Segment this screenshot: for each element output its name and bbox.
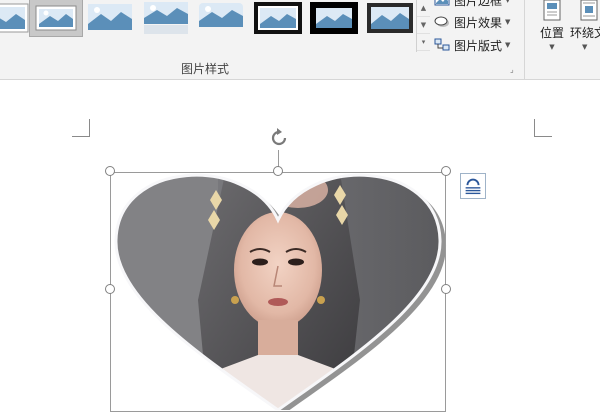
layout-options-button[interactable] [460,173,486,199]
picture-styles-gallery [0,0,416,50]
position-label: 位置 [539,26,564,40]
rotate-handle-icon[interactable] [267,126,291,150]
resize-handle-top-left[interactable] [105,166,115,176]
resize-handle-left[interactable] [105,284,115,294]
gallery-more-button[interactable]: ▾ [417,34,430,51]
watermark-brand: Baidu [450,342,508,363]
margin-corner-marker-right [534,119,552,137]
picture-style-thumb-0[interactable] [0,0,30,36]
picture-border-icon [434,0,450,7]
picture-layout-button[interactable]: 图片版式 ▼ [434,35,510,55]
position-icon [541,0,563,22]
picture-border-dropdown-icon: ▼ [505,0,511,4]
picture-style-thumb-3[interactable] [140,0,192,36]
wrap-text-icon [578,0,600,22]
position-dropdown-icon: ▼ [549,43,555,51]
ribbon: ▲ ▼ ▾ 图片边框 ▼ 图片效果 ▼ 图片版式 ▼ 图片样式 ⌟ 位置 ▼ 环… [0,0,600,80]
picture-layout-dropdown-icon: ▼ [505,41,511,49]
dialog-launcher-icon[interactable]: ⌟ [510,65,514,74]
picture-style-thumb-5[interactable] [252,0,304,36]
wrap-text-button[interactable]: 环绕文 ▼ [570,0,600,56]
picture-style-thumb-2[interactable] [84,0,136,36]
resize-handle-right[interactable] [441,284,451,294]
picture-layout-icon [434,38,450,52]
picture-effects-button[interactable]: 图片效果 ▼ [434,12,510,32]
picture-border-label: 图片边框 [454,0,503,8]
picture-layout-label: 图片版式 [454,38,503,53]
position-button[interactable]: 位置 ▼ [532,0,572,56]
selection-frame [110,172,446,412]
gallery-scroll-down-button[interactable]: ▼ [417,17,430,34]
picture-effects-icon [434,15,450,29]
baidu-watermark: Baidu 经验 jingyan.baidu.com [450,330,590,390]
picture-styles-group-label: 图片样式 [180,62,229,76]
picture-effects-dropdown-icon: ▼ [505,18,511,26]
resize-handle-top[interactable] [273,166,283,176]
picture-style-thumb-7[interactable] [364,0,416,36]
picture-border-button[interactable]: 图片边框 ▼ [434,0,510,10]
picture-style-thumb-6[interactable] [308,0,360,36]
gallery-scroll: ▲ ▼ ▾ [416,0,430,52]
gallery-scroll-up-button[interactable]: ▲ [417,0,430,17]
wrap-text-dropdown-icon: ▼ [582,43,588,51]
picture-style-thumb-4[interactable] [195,0,247,36]
resize-handle-top-right[interactable] [441,166,451,176]
margin-corner-marker-left [72,119,90,137]
watermark-url: jingyan.baidu.com [464,370,566,383]
layout-options-icon [465,178,481,195]
group-divider [524,0,525,80]
picture-style-thumb-selected[interactable] [29,0,83,37]
picture-effects-label: 图片效果 [454,15,503,30]
wrap-text-label: 环绕文 [570,26,600,40]
watermark-brand-suffix: 经验 [526,347,562,368]
